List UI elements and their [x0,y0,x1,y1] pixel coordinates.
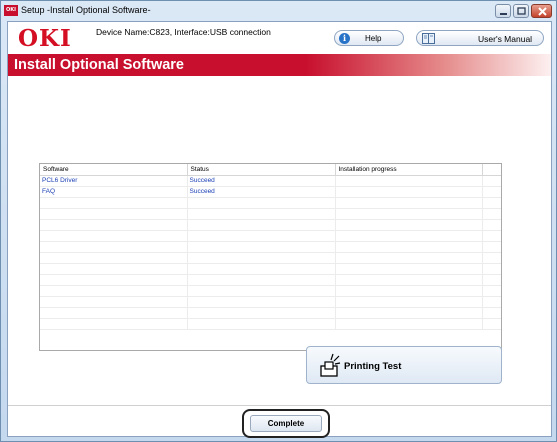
empty-row [40,274,501,286]
device-info-text: Device Name:C823, Interface:USB connecti… [96,27,271,37]
info-icon: i [339,33,350,44]
column-header-progress: Installation progress [335,164,483,176]
column-header-software: Software [40,164,188,176]
printing-test-label: Printing Test [344,361,402,372]
setup-window: OKI Setup -Install Optional Software- OK… [0,0,557,442]
users-manual-button[interactable]: User's Manual [416,30,544,46]
page-banner: Install Optional Software [8,54,551,76]
page-title: Install Optional Software [14,57,184,73]
progress-cell [335,186,483,198]
table-row[interactable]: FAQ Succeed [40,186,501,198]
empty-row [40,252,501,264]
help-button-label: Help [365,34,382,43]
close-icon [538,7,547,16]
minimize-icon [500,13,507,15]
printer-icon [320,353,341,377]
empty-row [40,208,501,220]
help-button[interactable]: i Help [334,30,404,46]
empty-row [40,230,501,242]
software-cell: PCL6 Driver [40,175,188,187]
maximize-button[interactable] [513,4,529,18]
footer-divider [8,405,551,406]
window-title: Setup -Install Optional Software- [21,5,151,15]
complete-button-highlight: Complete [242,409,330,438]
empty-row [40,197,501,209]
empty-row [40,285,501,297]
empty-row [40,241,501,253]
software-table: Software Status Installation progress PC… [39,163,502,351]
column-header-status: Status [187,164,336,176]
printing-test-button[interactable]: Printing Test [306,346,502,384]
users-manual-label: User's Manual [478,34,533,44]
oki-app-icon: OKI [4,5,18,16]
manual-book-icon [422,33,435,44]
empty-row [40,307,501,319]
status-cell: Succeed [187,175,336,187]
setup-content: OKI Device Name:C823, Interface:USB conn… [7,21,552,438]
title-bar: OKI Setup -Install Optional Software- [1,1,556,21]
empty-row [40,219,501,231]
empty-row [40,263,501,275]
empty-row [40,318,501,330]
table-header-row: Software Status Installation progress [40,164,501,176]
table-row[interactable]: PCL6 Driver Succeed [40,175,501,187]
maximize-icon [517,7,526,15]
header: OKI Device Name:C823, Interface:USB conn… [8,22,551,54]
column-header-spacer [482,164,501,176]
complete-button[interactable]: Complete [250,415,322,432]
close-button[interactable] [531,4,552,18]
progress-cell [335,175,483,187]
empty-row [40,296,501,308]
oki-logo: OKI [18,25,72,52]
software-cell: FAQ [40,186,188,198]
status-cell: Succeed [187,186,336,198]
minimize-button[interactable] [495,4,511,18]
